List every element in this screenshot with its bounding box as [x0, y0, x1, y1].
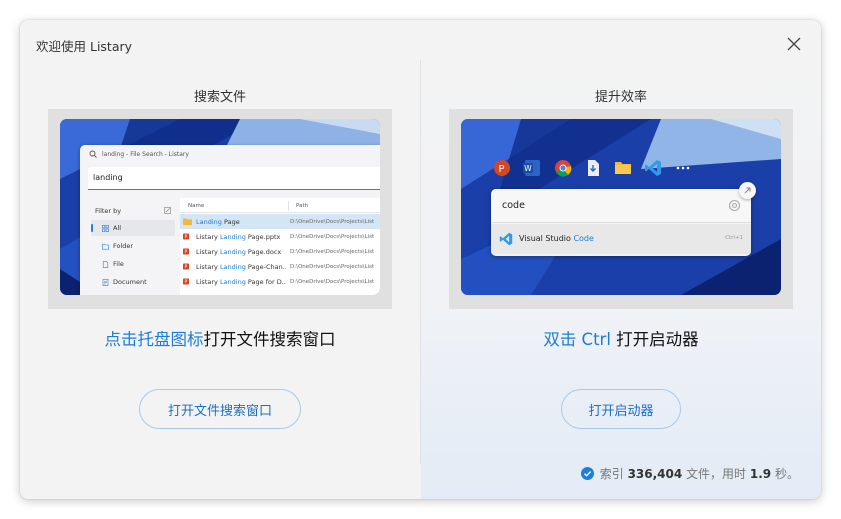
- index-status: 索引 336,404 文件，用时 1.9 秒。: [580, 465, 799, 482]
- svg-text:P: P: [185, 264, 188, 270]
- folder-outline-icon: [102, 243, 109, 249]
- file-search-preview-image: landing - File Search - Listary landing …: [60, 119, 380, 295]
- launcher-query: code: [502, 200, 525, 211]
- pptx-icon: P: [183, 263, 189, 270]
- grid-icon: [102, 224, 109, 232]
- folder-icon: [183, 218, 192, 225]
- caption-text: 打开启动器: [610, 330, 699, 349]
- svg-text:W: W: [524, 164, 532, 173]
- window-title: 欢迎使用 Listary: [36, 39, 133, 54]
- mock-filter-file: File: [91, 256, 175, 272]
- open-file-search-button[interactable]: 打开文件搜索窗口: [139, 389, 301, 429]
- search-files-panel: 搜索文件 landing - File Search - Listary lan…: [20, 60, 420, 499]
- mock-filter-sidebar: Filter by All Folder File Document: [88, 198, 178, 295]
- mock-search-query: landing: [93, 173, 123, 182]
- mock-filter-label: Filter by: [95, 207, 122, 215]
- productivity-panel: 提升效率 P W code Visual Studio Code Ctrl+1 …: [421, 60, 821, 499]
- vscode-icon: [645, 160, 661, 176]
- pptx-icon: P: [183, 278, 189, 285]
- mock-result-row: P Listary Landing Page for D... D:\OneDr…: [183, 278, 375, 286]
- file-search-caption: 点击托盘图标打开文件搜索窗口: [20, 326, 420, 350]
- listary-logo-icon: [89, 150, 97, 158]
- launcher-result-row: Visual Studio Code Ctrl+1: [491, 224, 751, 254]
- edit-icon: [164, 207, 171, 214]
- svg-text:P: P: [499, 164, 505, 175]
- caption-highlight: 点击托盘图标: [104, 330, 204, 349]
- more-icon: [676, 166, 690, 170]
- vscode-icon: [499, 232, 513, 246]
- mock-filter-document: Document: [91, 274, 175, 290]
- launcher-preview: P W code Visual Studio Code Ctrl+1: [449, 109, 793, 309]
- installer-icon: [588, 160, 599, 176]
- folder-icon: [615, 162, 631, 174]
- file-icon: [102, 260, 109, 268]
- launcher-preview-image: P W code Visual Studio Code Ctrl+1: [461, 119, 781, 295]
- mock-window-title: landing - File Search - Listary: [102, 151, 189, 158]
- expand-icon: [739, 182, 756, 199]
- file-search-preview: landing - File Search - Listary landing …: [48, 109, 392, 309]
- settings-icon: [728, 199, 741, 212]
- close-icon: [787, 37, 801, 51]
- svg-text:P: P: [185, 279, 188, 285]
- launcher-mock: code Visual Studio Code Ctrl+1: [491, 189, 751, 256]
- close-button[interactable]: [783, 33, 805, 55]
- mock-results-list: Name Path Landing Page D:\OneDrive\Docs\…: [180, 198, 380, 295]
- mock-filter-all: All: [91, 220, 175, 236]
- svg-text:P: P: [185, 234, 188, 240]
- mock-filter-folder: Folder: [91, 238, 175, 254]
- word-icon: W: [523, 160, 540, 176]
- document-icon: [102, 278, 109, 286]
- pptx-icon: P: [183, 233, 189, 240]
- mock-result-row: P Listary Landing Page-Chan... D:\OneDri…: [183, 263, 375, 271]
- pptx-icon: P: [183, 248, 189, 255]
- open-launcher-button[interactable]: 打开启动器: [561, 389, 681, 429]
- launcher-caption: 双击 Ctrl 打开启动器: [421, 326, 821, 350]
- mock-result-row: P Listary Landing Page.docx D:\OneDrive\…: [183, 248, 375, 256]
- caption-highlight: 双击 Ctrl: [543, 330, 611, 349]
- check-circle-icon: [580, 467, 594, 480]
- mock-result-row: Landing Page D:\OneDrive\Docs\Projects\L…: [180, 214, 380, 229]
- powerpoint-icon: P: [494, 160, 510, 176]
- mock-search-input: landing: [88, 167, 380, 190]
- chrome-icon: [555, 160, 572, 177]
- svg-text:P: P: [185, 249, 188, 255]
- productivity-title: 提升效率: [594, 90, 647, 105]
- search-files-title: 搜索文件: [193, 90, 246, 105]
- mock-results-header: Name Path: [180, 198, 380, 213]
- caption-text: 打开文件搜索窗口: [203, 330, 336, 349]
- launcher-search-input: code: [491, 189, 751, 223]
- mock-result-row: P Listary Landing Page.pptx D:\OneDrive\…: [183, 233, 375, 241]
- shortcut-hint: Ctrl+1: [725, 235, 743, 241]
- welcome-window: 欢迎使用 Listary 搜索文件 landing - File Search …: [20, 20, 821, 499]
- file-search-window-mock: landing - File Search - Listary landing …: [80, 145, 380, 295]
